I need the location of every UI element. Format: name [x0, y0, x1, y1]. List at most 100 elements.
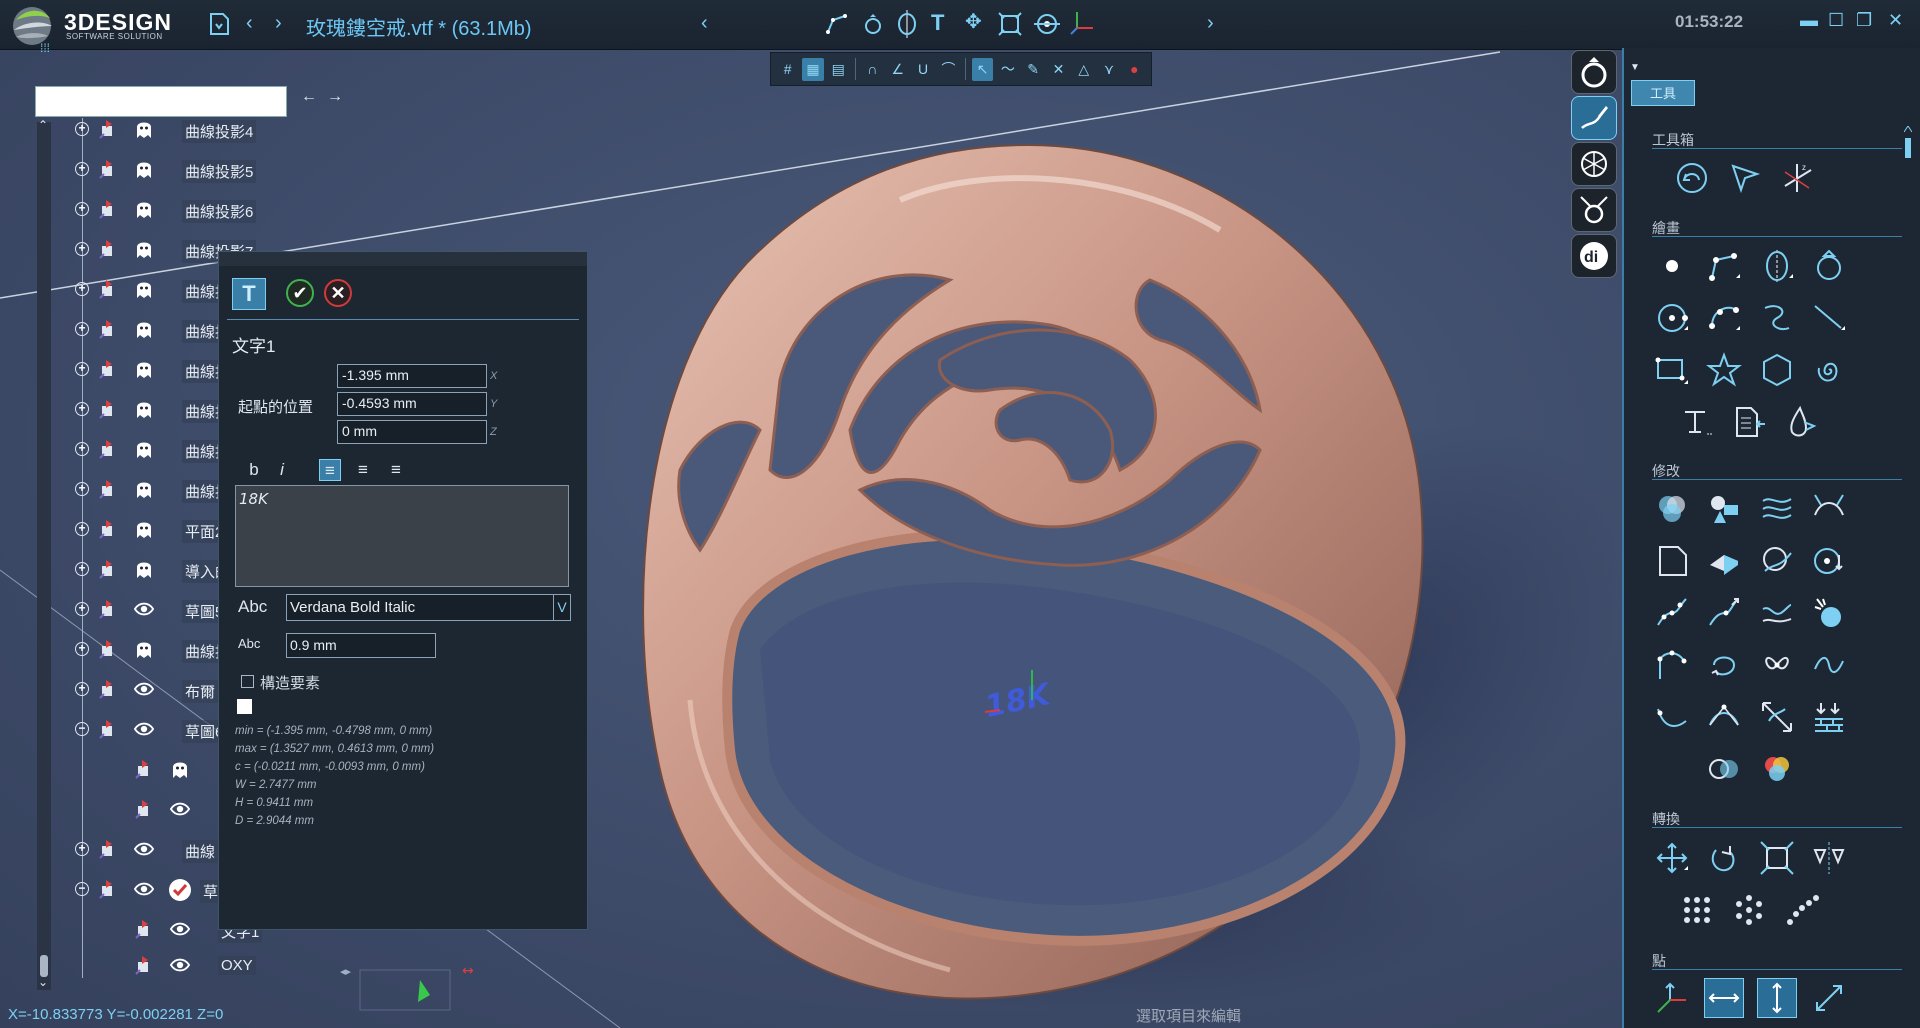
import-document-icon[interactable]: [1729, 402, 1769, 442]
font-select[interactable]: Verdana Bold Italic: [286, 594, 554, 621]
point-tool-icon[interactable]: [1652, 246, 1692, 286]
text-content-area[interactable]: 18K: [235, 485, 569, 587]
drop-shape-icon[interactable]: [1782, 402, 1822, 442]
save-icon[interactable]: [208, 12, 230, 36]
expand-toggle-icon[interactable]: +: [75, 402, 89, 416]
snap-record-icon[interactable]: ●: [1124, 58, 1145, 81]
hidden-ghost-icon[interactable]: [134, 558, 154, 580]
hidden-ghost-icon[interactable]: [134, 238, 154, 260]
vertical-constraint-icon[interactable]: [1757, 978, 1797, 1018]
revolve-tool-icon[interactable]: [895, 10, 919, 38]
expand-toggle-icon[interactable]: +: [75, 162, 89, 176]
snap-triangle-icon[interactable]: △: [1073, 58, 1094, 81]
pivot-tool-icon[interactable]: [1034, 12, 1060, 36]
restore-icon[interactable]: ❐: [1856, 10, 1872, 31]
project-curve-icon[interactable]: [1652, 645, 1692, 685]
coordinate-axes-icon[interactable]: z: [1777, 158, 1817, 198]
panel-dropdown-icon[interactable]: ▼: [1630, 62, 1640, 73]
offset-curves-icon[interactable]: [1757, 489, 1797, 529]
grid-icon[interactable]: #: [777, 58, 798, 81]
expand-toggle-icon[interactable]: +: [75, 242, 89, 256]
tree-back-icon[interactable]: ←: [301, 88, 317, 106]
visibility-eye-icon[interactable]: [170, 798, 190, 820]
redo-arrow-icon[interactable]: ›: [275, 13, 282, 33]
tree-row[interactable]: + 曲線投影5: [72, 152, 432, 188]
tree-scroll-down-icon[interactable]: ⌄: [38, 975, 48, 989]
ring-wizard-icon[interactable]: [1571, 50, 1617, 94]
mirror-loop-icon[interactable]: [1757, 645, 1797, 685]
edit-nodes-icon[interactable]: [1652, 593, 1692, 633]
tree-forward-icon[interactable]: →: [327, 88, 343, 106]
construction-checkbox[interactable]: [241, 675, 254, 688]
confirm-button[interactable]: ✔: [286, 279, 314, 307]
close-window-icon[interactable]: ✕: [1888, 10, 1903, 31]
sketch-mode-icon[interactable]: [1571, 96, 1617, 140]
rotate-curve-icon[interactable]: [1704, 645, 1744, 685]
toolbar-scroll-left-icon[interactable]: ‹: [701, 13, 708, 33]
spiral-tool-icon[interactable]: [1809, 350, 1849, 390]
expand-toggle-icon[interactable]: +: [75, 522, 89, 536]
tangent-lines-icon[interactable]: [1704, 697, 1744, 737]
undo-circle-icon[interactable]: [1672, 158, 1712, 198]
visibility-eye-icon[interactable]: [134, 718, 154, 740]
spline-tool-icon[interactable]: [1757, 298, 1797, 338]
tree-row[interactable]: OXY: [108, 948, 468, 984]
snap-intersect-icon[interactable]: ✕: [1048, 58, 1069, 81]
align-left-icon[interactable]: ≡: [319, 459, 341, 481]
panel-scrollbar[interactable]: [1904, 126, 1912, 1026]
rectangle-tool-icon[interactable]: [1652, 350, 1692, 390]
tree-scroll-thumb[interactable]: [40, 955, 48, 977]
expand-toggle-icon[interactable]: −: [75, 722, 89, 736]
select-arrow-icon[interactable]: [1725, 158, 1765, 198]
line-tool-icon[interactable]: [1809, 298, 1849, 338]
arc-snap-icon[interactable]: ⌒: [938, 58, 959, 81]
undo-arrow-icon[interactable]: ‹: [246, 13, 253, 33]
y-field[interactable]: -0.4593 mm: [337, 392, 487, 416]
tab-tools[interactable]: 工具: [1631, 80, 1695, 106]
snap-point-icon[interactable]: ↖: [971, 57, 994, 81]
grid-snap-icon[interactable]: ▦: [802, 57, 824, 81]
minimize-icon[interactable]: ▬: [1800, 10, 1818, 31]
layer-icon[interactable]: ▤: [828, 58, 849, 81]
expand-toggle-icon[interactable]: +: [75, 602, 89, 616]
hidden-ghost-icon[interactable]: [134, 398, 154, 420]
ring-tool-icon[interactable]: [861, 12, 885, 36]
expand-toggle-icon[interactable]: +: [75, 322, 89, 336]
expand-toggle-icon[interactable]: +: [75, 202, 89, 216]
cancel-button[interactable]: ✕: [324, 279, 352, 307]
tree-row[interactable]: + 曲線投影6: [72, 192, 432, 228]
tree-row[interactable]: + 曲線投影4: [72, 112, 432, 148]
hidden-ghost-icon[interactable]: [134, 158, 154, 180]
expand-toggle-icon[interactable]: −: [75, 882, 89, 896]
scale-icon[interactable]: [1757, 838, 1797, 878]
maximize-icon[interactable]: ☐: [1828, 10, 1844, 31]
trim-curve-icon[interactable]: [1652, 697, 1692, 737]
mesh-network-icon[interactable]: [1571, 142, 1617, 186]
polygon-tool-icon[interactable]: [1757, 350, 1797, 390]
italic-button[interactable]: i: [271, 459, 293, 481]
expand-toggle-icon[interactable]: +: [75, 562, 89, 576]
split-shapes-icon[interactable]: [1704, 489, 1744, 529]
horizontal-constraint-icon[interactable]: [1704, 978, 1744, 1018]
color-merge-icon[interactable]: [1757, 749, 1797, 789]
scale-curve-icon[interactable]: [1757, 697, 1797, 737]
star-tool-icon[interactable]: [1704, 350, 1744, 390]
intersect-curves-icon[interactable]: [1757, 541, 1797, 581]
expand-toggle-icon[interactable]: +: [75, 842, 89, 856]
grid-menu-icon[interactable]: ⁞⁞⁞: [40, 42, 50, 54]
expand-toggle-icon[interactable]: +: [75, 442, 89, 456]
hidden-ghost-icon[interactable]: [170, 758, 190, 780]
visibility-eye-icon[interactable]: [134, 838, 154, 860]
translate-icon[interactable]: [1652, 838, 1692, 878]
expand-toggle-icon[interactable]: +: [75, 122, 89, 136]
polyline-tool-icon[interactable]: [1704, 246, 1744, 286]
ring-profile-icon[interactable]: [1809, 246, 1849, 286]
rotate-points-icon[interactable]: [1809, 541, 1849, 581]
point-axes-icon[interactable]: [1652, 978, 1692, 1018]
align-center-icon[interactable]: ≡: [352, 459, 374, 481]
expand-toggle-icon[interactable]: +: [75, 642, 89, 656]
boolean-subtract-icon[interactable]: [1704, 749, 1744, 789]
font-dropdown-button[interactable]: V: [553, 594, 571, 621]
curve-array-icon[interactable]: [1782, 890, 1822, 930]
eraser-icon[interactable]: [1704, 541, 1744, 581]
